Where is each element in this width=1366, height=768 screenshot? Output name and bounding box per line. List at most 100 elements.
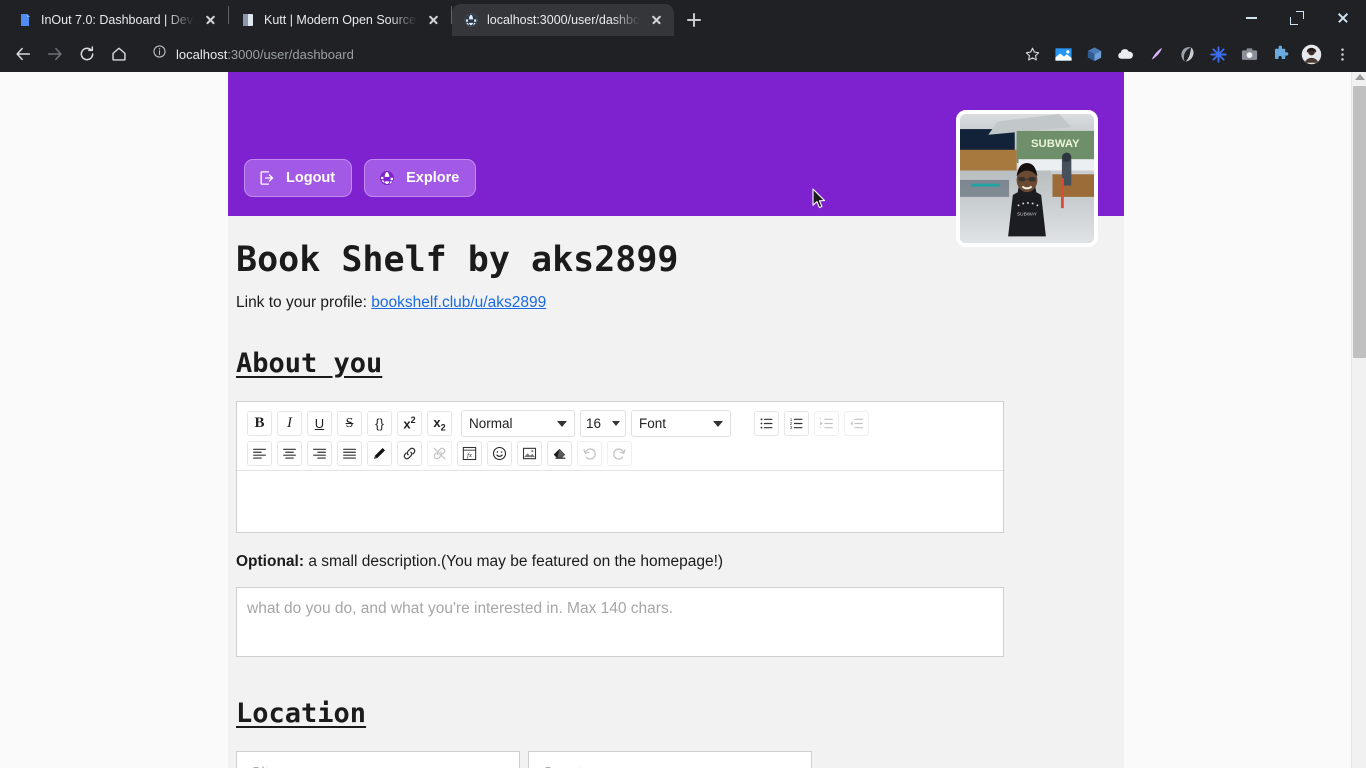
undo-button[interactable] [577, 441, 602, 466]
url-host: localhost [176, 46, 228, 62]
image-extension-icon[interactable] [1049, 40, 1077, 68]
profile-link-label: Link to your profile: [236, 294, 367, 311]
profile-photo: SUBWAY SUBWAY [960, 114, 1094, 243]
superscript-button[interactable]: x2 [397, 411, 422, 436]
toolbar-extensions [1018, 40, 1358, 68]
moon-extension-icon[interactable] [1173, 40, 1201, 68]
svg-text:fx: fx [467, 452, 472, 459]
insert-formula-button[interactable]: fx [457, 441, 482, 466]
profile-link[interactable]: bookshelf.club/u/aks2899 [371, 294, 546, 311]
profile-avatar-icon[interactable] [1297, 40, 1325, 68]
strikethrough-button[interactable]: S [337, 411, 362, 436]
font-family-select-value: Font [639, 416, 667, 431]
sparkle-extension-icon[interactable] [1204, 40, 1232, 68]
page-main: Book Shelf by aks2899 Link to your profi… [228, 216, 1124, 768]
browser-tab-3[interactable]: localhost:3000/user/dashbo [452, 4, 674, 36]
scrollbar-thumb[interactable] [1353, 86, 1366, 358]
outdent-button[interactable] [844, 411, 869, 436]
browser-tab-1[interactable]: InOut 7.0: Dashboard | Devf [6, 4, 228, 36]
avatar[interactable]: SUBWAY SUBWAY [956, 110, 1098, 247]
font-size-select[interactable]: 16 [580, 410, 626, 437]
download-extension-icon[interactable] [1080, 40, 1108, 68]
underline-button[interactable]: U [307, 411, 332, 436]
page-viewport: Logout Explore SUBWAY SUBWAY Book Shelf … [0, 72, 1366, 768]
address-bar-text: localhost:3000/user/dashboard [176, 47, 354, 62]
heading-select-value: Normal [469, 416, 513, 431]
align-right-button[interactable] [307, 441, 332, 466]
close-icon[interactable] [648, 12, 665, 29]
restore-button[interactable] [1274, 0, 1320, 36]
indent-button[interactable] [814, 411, 839, 436]
window-controls [1228, 0, 1366, 36]
browser-toolbar: localhost:3000/user/dashboard [0, 36, 1366, 72]
chevron-down-icon [557, 420, 567, 427]
bold-button[interactable]: B [247, 411, 272, 436]
browser-tab-2[interactable]: Kutt | Modern Open Source [229, 4, 451, 36]
bullet-list-button[interactable] [754, 411, 779, 436]
scroll-up-arrow-icon[interactable] [1355, 74, 1365, 80]
back-arrow-icon[interactable] [8, 39, 38, 69]
pen-extension-icon[interactable] [1142, 40, 1170, 68]
heading-select[interactable]: Normal [461, 410, 575, 437]
url-path: :3000/user/dashboard [227, 46, 354, 62]
svg-text:3: 3 [790, 425, 793, 430]
code-block-button[interactable]: {} [367, 411, 392, 436]
info-circle-icon[interactable] [152, 44, 167, 64]
tab-title: Kutt | Modern Open Source [264, 13, 416, 27]
chrome-menu-icon[interactable] [1328, 40, 1356, 68]
text-color-button[interactable] [367, 441, 392, 466]
editor-toolbar: B I U S {} x2 x2 Normal 16 Font 1 2 3 fx [237, 402, 1003, 470]
explore-button[interactable]: Explore [364, 159, 477, 197]
align-center-button[interactable] [277, 441, 302, 466]
close-icon[interactable] [425, 12, 442, 29]
clear-format-button[interactable] [547, 441, 572, 466]
close-window-button[interactable] [1320, 0, 1366, 36]
minimize-button[interactable] [1228, 0, 1274, 36]
editor-content-area[interactable] [237, 470, 1003, 532]
about-you-heading: About you [236, 348, 383, 379]
puzzle-extensions-icon[interactable] [1266, 40, 1294, 68]
chevron-down-icon [612, 421, 620, 426]
address-bar[interactable]: localhost:3000/user/dashboard [142, 40, 1016, 68]
browser-window: InOut 7.0: Dashboard | Devf Kutt | Moder… [0, 0, 1366, 768]
font-family-select[interactable]: Font [631, 410, 731, 437]
redo-button[interactable] [607, 441, 632, 466]
bookmark-star-icon[interactable] [1018, 40, 1046, 68]
optional-description-label: Optional: a small description.(You may b… [236, 553, 1098, 571]
globe-icon [463, 12, 479, 28]
camera-extension-icon[interactable] [1235, 40, 1263, 68]
document-icon [17, 12, 33, 28]
chevron-down-icon [713, 420, 723, 427]
insert-link-button[interactable] [397, 441, 422, 466]
forward-arrow-icon[interactable] [40, 39, 70, 69]
about-you-editor: B I U S {} x2 x2 Normal 16 Font 1 2 3 fx [236, 401, 1004, 533]
tab-title: InOut 7.0: Dashboard | Devf [41, 13, 194, 27]
city-input[interactable] [236, 751, 520, 768]
optional-prefix: Optional: [236, 553, 305, 570]
home-icon[interactable] [104, 39, 134, 69]
reload-icon[interactable] [72, 39, 102, 69]
explore-button-label: Explore [406, 170, 460, 186]
cloud-extension-icon[interactable] [1111, 40, 1139, 68]
emoji-button[interactable] [487, 441, 512, 466]
new-tab-button[interactable] [680, 6, 708, 34]
description-input[interactable] [236, 587, 1004, 657]
editor-toolbar-row-1: B I U S {} x2 x2 Normal 16 Font 1 2 3 [243, 408, 997, 439]
subscript-button[interactable]: x2 [427, 411, 452, 436]
logout-button-label: Logout [286, 170, 336, 186]
location-fields [236, 751, 1098, 768]
insert-image-button[interactable] [517, 441, 542, 466]
align-left-button[interactable] [247, 441, 272, 466]
logout-button[interactable]: Logout [244, 159, 353, 197]
align-justify-button[interactable] [337, 441, 362, 466]
ordered-list-button[interactable]: 123 [784, 411, 809, 436]
tab-title: localhost:3000/user/dashbo [487, 13, 640, 27]
country-input[interactable] [528, 751, 812, 768]
svg-text:SUBWAY: SUBWAY [1031, 138, 1080, 150]
globe-icon [378, 169, 396, 187]
page-scrollbar[interactable] [1351, 72, 1366, 768]
close-icon[interactable] [202, 12, 219, 29]
remove-link-button[interactable] [427, 441, 452, 466]
page-content-column: Logout Explore SUBWAY SUBWAY Book Shelf … [228, 72, 1124, 768]
italic-button[interactable]: I [277, 411, 302, 436]
